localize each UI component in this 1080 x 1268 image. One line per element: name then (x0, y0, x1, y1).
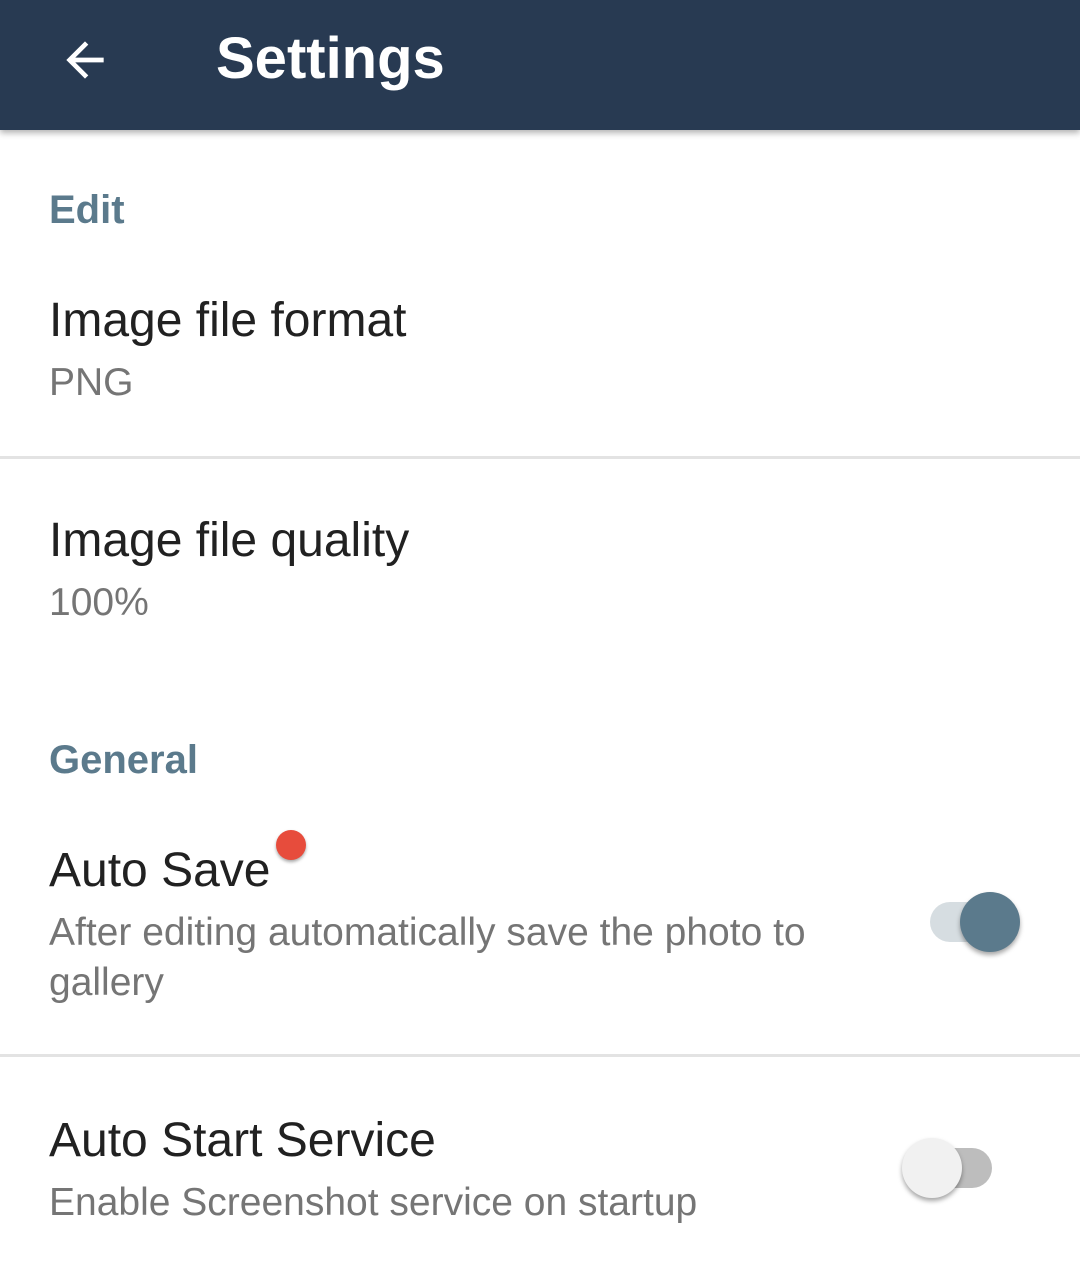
pref-title: Auto Save (49, 844, 271, 897)
pref-title: Image file format (49, 294, 407, 347)
section-header-edit: Edit (49, 188, 125, 232)
pref-auto-save[interactable]: Auto Save After editing automatically sa… (0, 830, 1080, 1054)
new-badge-dot (276, 830, 307, 860)
switch-thumb (902, 1138, 962, 1198)
pref-summary: PNG (49, 361, 134, 404)
pref-summary: Enable Screenshot service on startup (49, 1181, 698, 1224)
auto-save-switch[interactable] (920, 887, 1020, 957)
page-title: Settings (216, 26, 445, 91)
settings-list: Edit Image file format PNG Image file qu… (0, 130, 1080, 1268)
auto-start-service-switch[interactable] (902, 1133, 1002, 1203)
divider (0, 456, 1080, 459)
section-header-general: General (49, 738, 198, 782)
divider (0, 1054, 1080, 1057)
switch-thumb (960, 892, 1020, 952)
arrow-left-icon (66, 41, 104, 79)
back-button[interactable] (40, 15, 130, 105)
pref-image-file-format[interactable]: Image file format PNG (0, 280, 1080, 456)
pref-auto-start-service[interactable]: Auto Start Service Enable Screenshot ser… (0, 1100, 1080, 1268)
app-bar: Settings (0, 0, 1080, 130)
pref-title: Auto Start Service (49, 1114, 436, 1167)
pref-title-row: Auto Save (49, 830, 307, 900)
pref-summary: After editing automatically save the pho… (49, 911, 806, 1004)
pref-image-file-quality[interactable]: Image file quality 100% (0, 500, 1080, 680)
pref-title: Image file quality (49, 514, 410, 567)
pref-summary: 100% (49, 581, 149, 624)
